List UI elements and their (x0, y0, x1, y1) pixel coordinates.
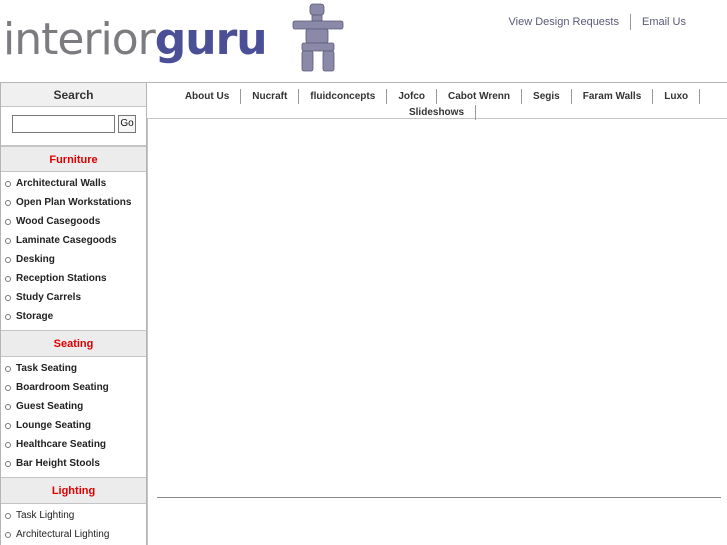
logo-text-interior: interior (3, 14, 156, 65)
list-item[interactable]: Task Lighting (1, 506, 146, 525)
list-item-label: Study Carrels (16, 292, 82, 303)
list-item-label: Storage (16, 311, 54, 322)
list-item-label: Wood Casegoods (16, 216, 101, 227)
content-divider (157, 497, 721, 498)
circle-bullet-icon (5, 237, 11, 244)
seating-list: Task Seating Boardroom Seating Guest Sea… (1, 357, 146, 478)
circle-bullet-icon (5, 531, 11, 538)
left-sidebar: Search Go Furniture Architectural Walls … (0, 82, 147, 545)
list-item-label: Reception Stations (16, 273, 107, 284)
list-item[interactable]: Bar Height Stools (1, 454, 146, 473)
search-title: Search (1, 83, 146, 107)
list-item-label: Task Seating (16, 363, 77, 374)
search-input[interactable] (12, 115, 115, 133)
nav-cabot-wrenn[interactable]: Cabot Wrenn (437, 91, 521, 102)
list-item[interactable]: Architectural Walls (1, 174, 146, 193)
nav-luxo[interactable]: Luxo (653, 91, 699, 102)
nav-nucraft[interactable]: Nucraft (241, 91, 298, 102)
list-item-label: Bar Height Stools (16, 458, 100, 469)
circle-bullet-icon (5, 422, 11, 429)
circle-bullet-icon (5, 275, 11, 282)
list-item-label: Task Lighting (16, 510, 75, 521)
list-item-label: Open Plan Workstations (16, 197, 132, 208)
list-item-label: Desking (16, 254, 55, 265)
nav-fluidconcepts[interactable]: fluidconcepts (299, 91, 386, 102)
furniture-list: Architectural Walls Open Plan Workstatio… (1, 172, 146, 331)
list-item-label: Architectural Walls (16, 178, 107, 189)
nav-segis[interactable]: Segis (522, 91, 571, 102)
site-logo[interactable]: interiorguru (3, 18, 268, 62)
circle-bullet-icon (5, 294, 11, 301)
email-us-link[interactable]: Email Us (631, 16, 697, 30)
top-nav: About Us Nucraft fluidconcepts Jofco Cab… (147, 82, 727, 120)
nav-divider (475, 104, 476, 120)
list-item[interactable]: Desking (1, 250, 146, 269)
list-item[interactable]: Boardroom Seating (1, 378, 146, 397)
site-header: interiorguru View Design Requests Email … (0, 0, 727, 82)
top-links: View Design Requests Email Us (498, 14, 697, 30)
list-item[interactable]: Healthcare Seating (1, 435, 146, 454)
circle-bullet-icon (5, 313, 11, 320)
list-item[interactable]: Study Carrels (1, 288, 146, 307)
nav-faram-walls[interactable]: Faram Walls (572, 91, 653, 102)
nav-divider (699, 88, 701, 104)
circle-bullet-icon (5, 365, 11, 372)
nav-about-us[interactable]: About Us (174, 91, 240, 102)
nav-row-2: Slideshows (147, 104, 727, 120)
search-box: Go (1, 107, 146, 146)
content-left-border (147, 119, 148, 545)
list-item-label: Lounge Seating (16, 420, 91, 431)
list-item[interactable]: Architectural Lighting (1, 525, 146, 544)
lighting-list: Task Lighting Architectural Lighting (1, 504, 146, 545)
list-item[interactable]: Wood Casegoods (1, 212, 146, 231)
go-button[interactable]: Go (118, 115, 136, 133)
circle-bullet-icon (5, 199, 11, 206)
list-item[interactable]: Reception Stations (1, 269, 146, 288)
list-item-label: Laminate Casegoods (16, 235, 117, 246)
list-item[interactable]: Lounge Seating (1, 416, 146, 435)
circle-bullet-icon (5, 403, 11, 410)
view-design-requests-link[interactable]: View Design Requests (498, 16, 630, 30)
circle-bullet-icon (5, 441, 11, 448)
list-item[interactable]: Open Plan Workstations (1, 193, 146, 212)
category-header-seating: Seating (1, 331, 146, 357)
list-item[interactable]: Guest Seating (1, 397, 146, 416)
circle-bullet-icon (5, 180, 11, 187)
logo-text-guru: guru (154, 14, 268, 65)
nav-slideshows[interactable]: Slideshows (398, 107, 475, 118)
circle-bullet-icon (5, 512, 11, 519)
category-header-lighting: Lighting (1, 478, 146, 504)
circle-bullet-icon (5, 384, 11, 391)
list-item-label: Healthcare Seating (16, 439, 107, 450)
nav-jofco[interactable]: Jofco (387, 91, 436, 102)
circle-bullet-icon (5, 256, 11, 263)
list-item[interactable]: Laminate Casegoods (1, 231, 146, 250)
list-item[interactable]: Storage (1, 307, 146, 326)
nav-row-1: About Us Nucraft fluidconcepts Jofco Cab… (147, 88, 727, 104)
circle-bullet-icon (5, 218, 11, 225)
list-item[interactable]: Task Seating (1, 359, 146, 378)
inukshuk-logo-icon (292, 3, 344, 72)
list-item-label: Guest Seating (16, 401, 84, 412)
list-item-label: Architectural Lighting (16, 529, 110, 540)
list-item-label: Boardroom Seating (16, 382, 109, 393)
circle-bullet-icon (5, 460, 11, 467)
category-header-furniture: Furniture (1, 146, 146, 172)
